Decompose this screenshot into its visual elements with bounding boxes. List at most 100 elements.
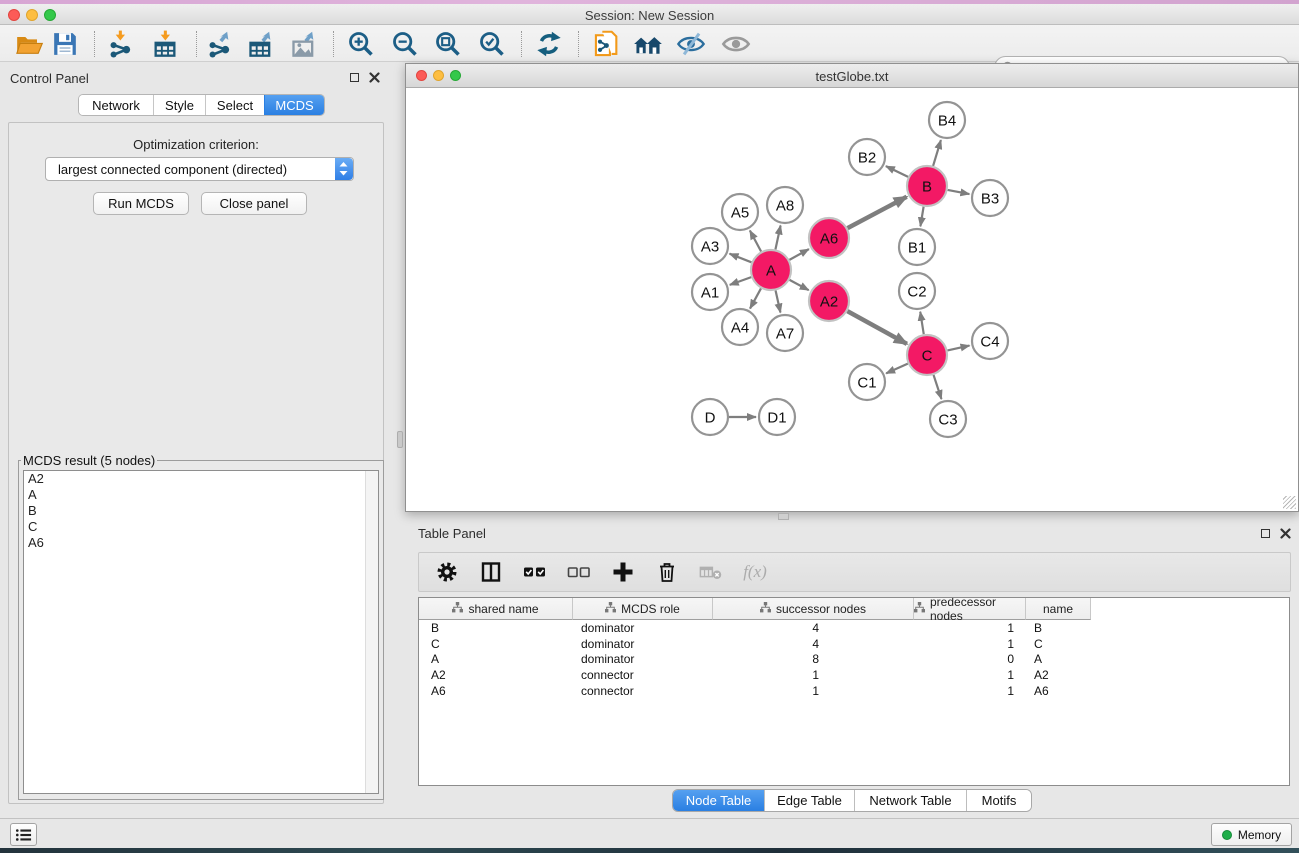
import-network-icon[interactable] [105,29,135,59]
table-cell[interactable]: A2 [419,668,573,682]
table-cell[interactable]: 4 [713,621,914,635]
mcds-result-item[interactable]: A2 [24,471,378,487]
table-cell[interactable]: connector [573,668,713,682]
column-header-shared-name[interactable]: shared name [419,598,573,620]
criterion-select[interactable]: largest connected component (directed) [45,157,354,181]
table-cell[interactable]: connector [573,684,713,698]
mcds-result-item[interactable]: B [24,503,378,519]
table-cell[interactable]: 0 [914,652,1026,666]
graph-node-A6[interactable]: A6 [809,218,849,258]
table-cell[interactable]: 1 [914,637,1026,651]
network-graph-canvas[interactable]: B4B2BB3A8A5A6A3B1AC2A1A2A4A7C4CC1C3DD1 [406,88,1298,511]
import-table-icon[interactable] [150,29,180,59]
tab-edge-table[interactable]: Edge Table [764,790,854,811]
tab-select[interactable]: Select [205,95,264,115]
graph-node-B2[interactable]: B2 [849,139,885,175]
table-cell[interactable]: dominator [573,652,713,666]
graph-node-A[interactable]: A [751,250,791,290]
table-cell[interactable]: 1 [914,621,1026,635]
run-mcds-button[interactable]: Run MCDS [93,192,189,215]
table-cell[interactable]: A6 [419,684,573,698]
table-cell[interactable]: dominator [573,621,713,635]
column-header-name[interactable]: name [1026,598,1091,620]
table-row[interactable]: A6connector11A6 [419,683,1289,699]
task-history-button[interactable] [10,823,37,846]
graph-node-A1[interactable]: A1 [692,274,728,310]
table-row[interactable]: Cdominator41C [419,636,1289,652]
graph-node-A8[interactable]: A8 [767,187,803,223]
graph-node-C3[interactable]: C3 [930,401,966,437]
graph-node-C1[interactable]: C1 [849,364,885,400]
tab-mcds[interactable]: MCDS [264,95,324,115]
show-all-eye-icon[interactable] [721,29,751,59]
graph-node-C[interactable]: C [907,335,947,375]
graph-node-B1[interactable]: B1 [899,229,935,265]
delete-column-icon[interactable] [655,560,679,584]
export-table-icon[interactable] [246,29,276,59]
table-cell[interactable]: 8 [713,652,914,666]
hide-selected-eye-slash-icon[interactable] [676,29,706,59]
select-all-checkboxes-icon[interactable] [523,560,547,584]
new-network-from-selection-icon[interactable] [592,29,622,59]
column-header-successor-nodes[interactable]: successor nodes [713,598,914,620]
table-cell[interactable]: A [1026,652,1091,666]
graph-node-D1[interactable]: D1 [759,399,795,435]
zoom-selected-icon[interactable] [477,29,507,59]
memory-button[interactable]: Memory [1211,823,1292,846]
close-table-panel-icon[interactable] [1280,528,1291,539]
zoom-fit-icon[interactable] [433,29,463,59]
table-cell[interactable]: A2 [1026,668,1091,682]
mcds-result-item[interactable]: C [24,519,378,535]
tab-network-table[interactable]: Network Table [854,790,966,811]
table-cell[interactable]: C [419,637,573,651]
table-cell[interactable]: A6 [1026,684,1091,698]
result-list-scrollbar[interactable] [365,471,378,793]
graph-node-A2[interactable]: A2 [809,281,849,321]
tab-motifs[interactable]: Motifs [966,790,1031,811]
refresh-layout-icon[interactable] [534,29,564,59]
float-panel-icon[interactable] [350,73,359,82]
graph-node-B4[interactable]: B4 [929,102,965,138]
table-cell[interactable]: B [1026,621,1091,635]
table-cell[interactable]: 1 [713,684,914,698]
close-panel-button[interactable]: Close panel [201,192,307,215]
graph-node-B3[interactable]: B3 [972,180,1008,216]
deselect-all-checkboxes-icon[interactable] [567,560,591,584]
show-column-icon[interactable] [479,560,503,584]
tab-network[interactable]: Network [79,95,153,115]
column-header-predecessor-nodes[interactable]: predecessor nodes [914,598,1026,620]
graph-node-B[interactable]: B [907,166,947,206]
first-neighbors-icon[interactable] [633,29,663,59]
close-panel-icon[interactable] [369,72,380,83]
save-session-icon[interactable] [50,29,80,59]
table-cell[interactable]: B [419,621,573,635]
zoom-in-icon[interactable] [346,29,376,59]
graph-node-A5[interactable]: A5 [722,194,758,230]
table-cell[interactable]: dominator [573,637,713,651]
function-builder-icon[interactable]: f(x) [743,560,767,584]
mcds-result-item[interactable]: A [24,487,378,503]
graph-node-C4[interactable]: C4 [972,323,1008,359]
table-row[interactable]: A2connector11A2 [419,667,1289,683]
table-cell[interactable]: 1 [914,668,1026,682]
table-settings-gear-icon[interactable] [435,560,459,584]
table-row[interactable]: Adominator80A [419,652,1289,668]
table-cell[interactable]: 1 [914,684,1026,698]
graph-node-A7[interactable]: A7 [767,315,803,351]
zoom-out-icon[interactable] [390,29,420,59]
splitpane-handle[interactable] [778,513,789,520]
float-table-panel-icon[interactable] [1261,529,1270,538]
resize-grip[interactable] [1283,496,1296,509]
table-cell[interactable]: 4 [713,637,914,651]
delete-table-icon[interactable] [699,560,723,584]
export-image-icon[interactable] [289,29,319,59]
table-cell[interactable]: A [419,652,573,666]
table-cell[interactable]: C [1026,637,1091,651]
table-cell[interactable]: 1 [713,668,914,682]
column-header-MCDS-role[interactable]: MCDS role [573,598,713,620]
add-column-icon[interactable] [611,560,635,584]
network-scrollbar-thumb[interactable] [397,431,403,448]
table-row[interactable]: Bdominator41B [419,620,1289,636]
export-network-icon[interactable] [204,29,234,59]
tab-node-table[interactable]: Node Table [673,790,764,811]
